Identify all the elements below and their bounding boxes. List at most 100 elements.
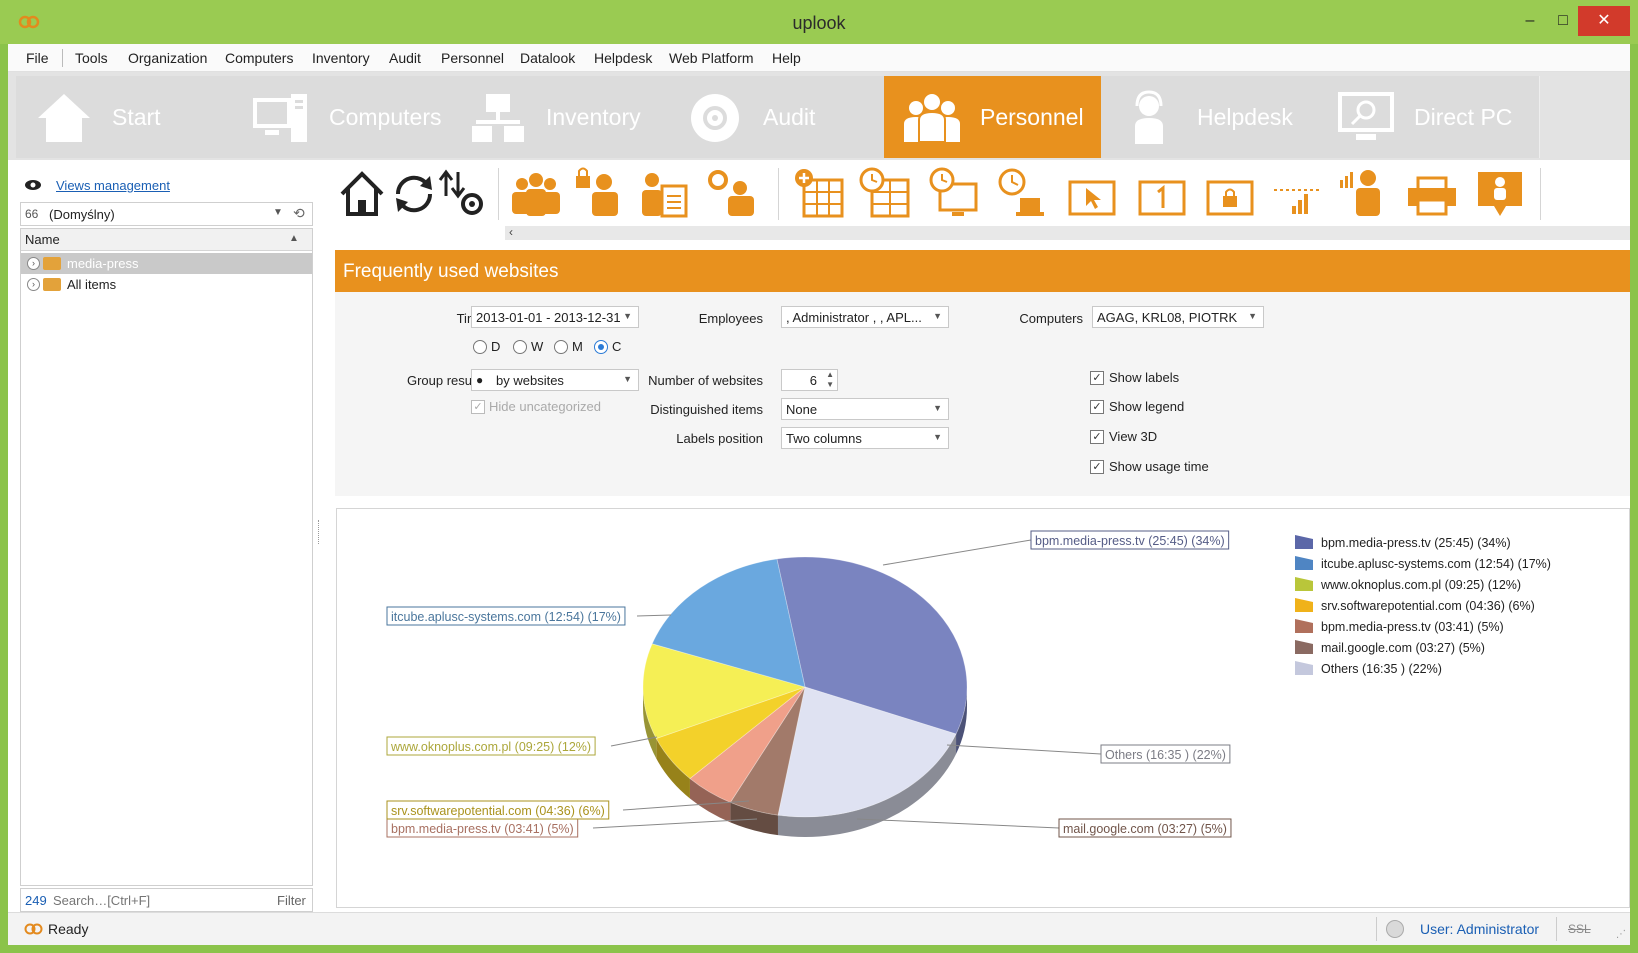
menu-computers[interactable]: Computers xyxy=(225,50,293,66)
group-results-value: by websites xyxy=(496,373,564,388)
filter-button[interactable]: Filter xyxy=(277,893,306,908)
legend-label: mail.google.com (03:27) (5%) xyxy=(1321,641,1485,655)
refresh-view-icon[interactable]: ⟲ xyxy=(293,205,305,222)
stepper-arrows-icon[interactable]: ▲ ▼ xyxy=(826,370,834,390)
signal-bars-icon[interactable] xyxy=(1270,166,1326,222)
user-document-icon[interactable] xyxy=(636,166,692,222)
distinguished-items-label: Distinguished items xyxy=(650,402,763,417)
period-radio-c[interactable] xyxy=(594,340,608,354)
views-management-link[interactable]: Views management xyxy=(56,178,170,193)
menu-web-platform[interactable]: Web Platform xyxy=(669,50,754,66)
toolbar-scrollbar[interactable]: ‹ xyxy=(505,225,1630,240)
view-3d-label: View 3D xyxy=(1109,429,1158,444)
pie-callout-label: Others (16:35 ) (22%) xyxy=(1105,748,1226,762)
user-chart-icon[interactable] xyxy=(1336,166,1392,222)
module-computers-label: Computers xyxy=(329,104,442,130)
legend-item: bpm.media-press.tv (03:41) (5%) xyxy=(1295,619,1504,634)
legend-swatch xyxy=(1295,535,1313,549)
pie-callout: Others (16:35 ) (22%) xyxy=(946,744,1231,764)
show-usage-time-checkbox[interactable]: ✓ xyxy=(1090,460,1104,474)
computers-select[interactable]: AGAG, KRL08, PIOTRK ▼ xyxy=(1092,306,1264,328)
user-lock-icon[interactable] xyxy=(570,166,626,222)
clock-monitor-icon[interactable] xyxy=(926,166,982,222)
close-button[interactable]: ✕ xyxy=(1578,6,1630,36)
chevron-down-icon: ▼ xyxy=(623,311,632,321)
home-icon[interactable] xyxy=(334,166,390,222)
menu-inventory[interactable]: Inventory xyxy=(312,50,370,66)
resize-grip-icon[interactable]: ⋰ xyxy=(1616,929,1626,940)
printer-icon[interactable] xyxy=(1404,166,1460,222)
number-window-icon[interactable] xyxy=(1134,166,1190,222)
pie-slices-layer xyxy=(642,556,968,818)
menu-tools[interactable]: Tools xyxy=(75,50,108,66)
module-personnel[interactable]: Personnel xyxy=(884,76,1106,158)
user-settings-icon[interactable] xyxy=(704,166,760,222)
globe-icon: ● xyxy=(476,373,484,387)
show-legend-label: Show legend xyxy=(1109,399,1185,414)
chevron-left-icon[interactable]: ‹ xyxy=(509,225,513,239)
search-input[interactable] xyxy=(53,891,253,909)
chart-area: bpm.media-press.tv (25:45) (34%) Others (… xyxy=(336,508,1630,908)
menu-helpdesk[interactable]: Helpdesk xyxy=(594,50,652,66)
expand-icon[interactable]: › xyxy=(27,257,40,270)
group-results-select[interactable]: ● by websites ▼ xyxy=(471,369,639,391)
user-alert-icon[interactable] xyxy=(1472,166,1528,222)
chevron-down-icon[interactable]: ▼ xyxy=(273,207,283,218)
panel-splitter[interactable] xyxy=(318,520,320,544)
expand-icon[interactable]: › xyxy=(27,278,40,291)
menu-audit[interactable]: Audit xyxy=(389,50,421,66)
minimize-button[interactable]: – xyxy=(1515,8,1545,34)
user-icon xyxy=(1386,920,1404,938)
maximize-button[interactable]: □ xyxy=(1548,8,1578,34)
period-radio-d[interactable] xyxy=(473,340,487,354)
menu-help[interactable]: Help xyxy=(772,50,801,66)
cursor-window-icon[interactable] xyxy=(1064,166,1120,222)
tree-item-media-press[interactable]: › media-press xyxy=(21,253,312,274)
toolbar-separator xyxy=(778,168,779,220)
module-start-label: Start xyxy=(112,104,161,130)
menu-datalook[interactable]: Datalook xyxy=(520,50,575,66)
tree-item-all-items[interactable]: › All items xyxy=(21,274,312,295)
distinguished-items-select[interactable]: None ▼ xyxy=(781,398,949,420)
report-toolbar xyxy=(336,160,1630,236)
refresh-icon[interactable] xyxy=(386,166,442,222)
employees-select[interactable]: , Administrator , , APL... ▼ xyxy=(781,306,949,328)
sort-settings-icon[interactable] xyxy=(436,166,492,222)
websites-count-label: Number of websites xyxy=(648,373,763,388)
legend-item: mail.google.com (03:27) (5%) xyxy=(1295,640,1485,655)
title-bar[interactable]: uplook – □ ✕ xyxy=(0,0,1638,44)
labels-position-select[interactable]: Two columns ▼ xyxy=(781,427,949,449)
period-radio-w[interactable] xyxy=(513,340,527,354)
legend-swatch xyxy=(1295,598,1313,612)
report-title: Frequently used websites xyxy=(343,261,559,282)
module-audit[interactable]: Audit xyxy=(667,76,889,158)
legend-item: srv.softwarepotential.com (04:36) (6%) xyxy=(1295,598,1535,613)
module-computers[interactable]: Computers xyxy=(233,76,455,158)
module-personnel-label: Personnel xyxy=(980,104,1084,130)
menu-organization[interactable]: Organization xyxy=(128,50,207,66)
clock-table-icon[interactable] xyxy=(858,166,914,222)
lock-window-icon[interactable] xyxy=(1202,166,1258,222)
tree-column-header[interactable]: Name ▲ xyxy=(21,229,312,251)
view-select[interactable]: 66 (Domyślny) ▼ ⟲ xyxy=(20,202,313,226)
menu-file[interactable]: File xyxy=(26,50,49,66)
menu-personnel[interactable]: Personnel xyxy=(441,50,504,66)
pie-callout: bpm.media-press.tv (03:41) (5%) xyxy=(386,818,758,838)
show-legend-checkbox[interactable]: ✓ xyxy=(1090,400,1104,414)
clock-cup-icon[interactable] xyxy=(994,166,1050,222)
show-labels-checkbox[interactable]: ✓ xyxy=(1090,371,1104,385)
current-user[interactable]: User: Administrator xyxy=(1420,921,1539,937)
time-range-select[interactable]: 2013-01-01 - 2013-12-31 ▼ xyxy=(471,306,639,328)
module-start[interactable]: Start xyxy=(16,76,238,158)
callout-leader-line xyxy=(636,614,672,617)
hide-uncategorized-checkbox[interactable]: ✓ xyxy=(471,400,485,414)
websites-count-stepper[interactable]: 6 ▲ ▼ xyxy=(781,369,838,391)
period-radio-m[interactable] xyxy=(554,340,568,354)
module-direct-pc[interactable]: Direct PC xyxy=(1318,76,1540,158)
group-icon[interactable] xyxy=(508,166,564,222)
module-helpdesk[interactable]: Helpdesk xyxy=(1101,76,1323,158)
module-helpdesk-label: Helpdesk xyxy=(1197,104,1293,130)
view-3d-checkbox[interactable]: ✓ xyxy=(1090,430,1104,444)
module-inventory[interactable]: Inventory xyxy=(450,76,672,158)
add-table-icon[interactable] xyxy=(792,166,848,222)
